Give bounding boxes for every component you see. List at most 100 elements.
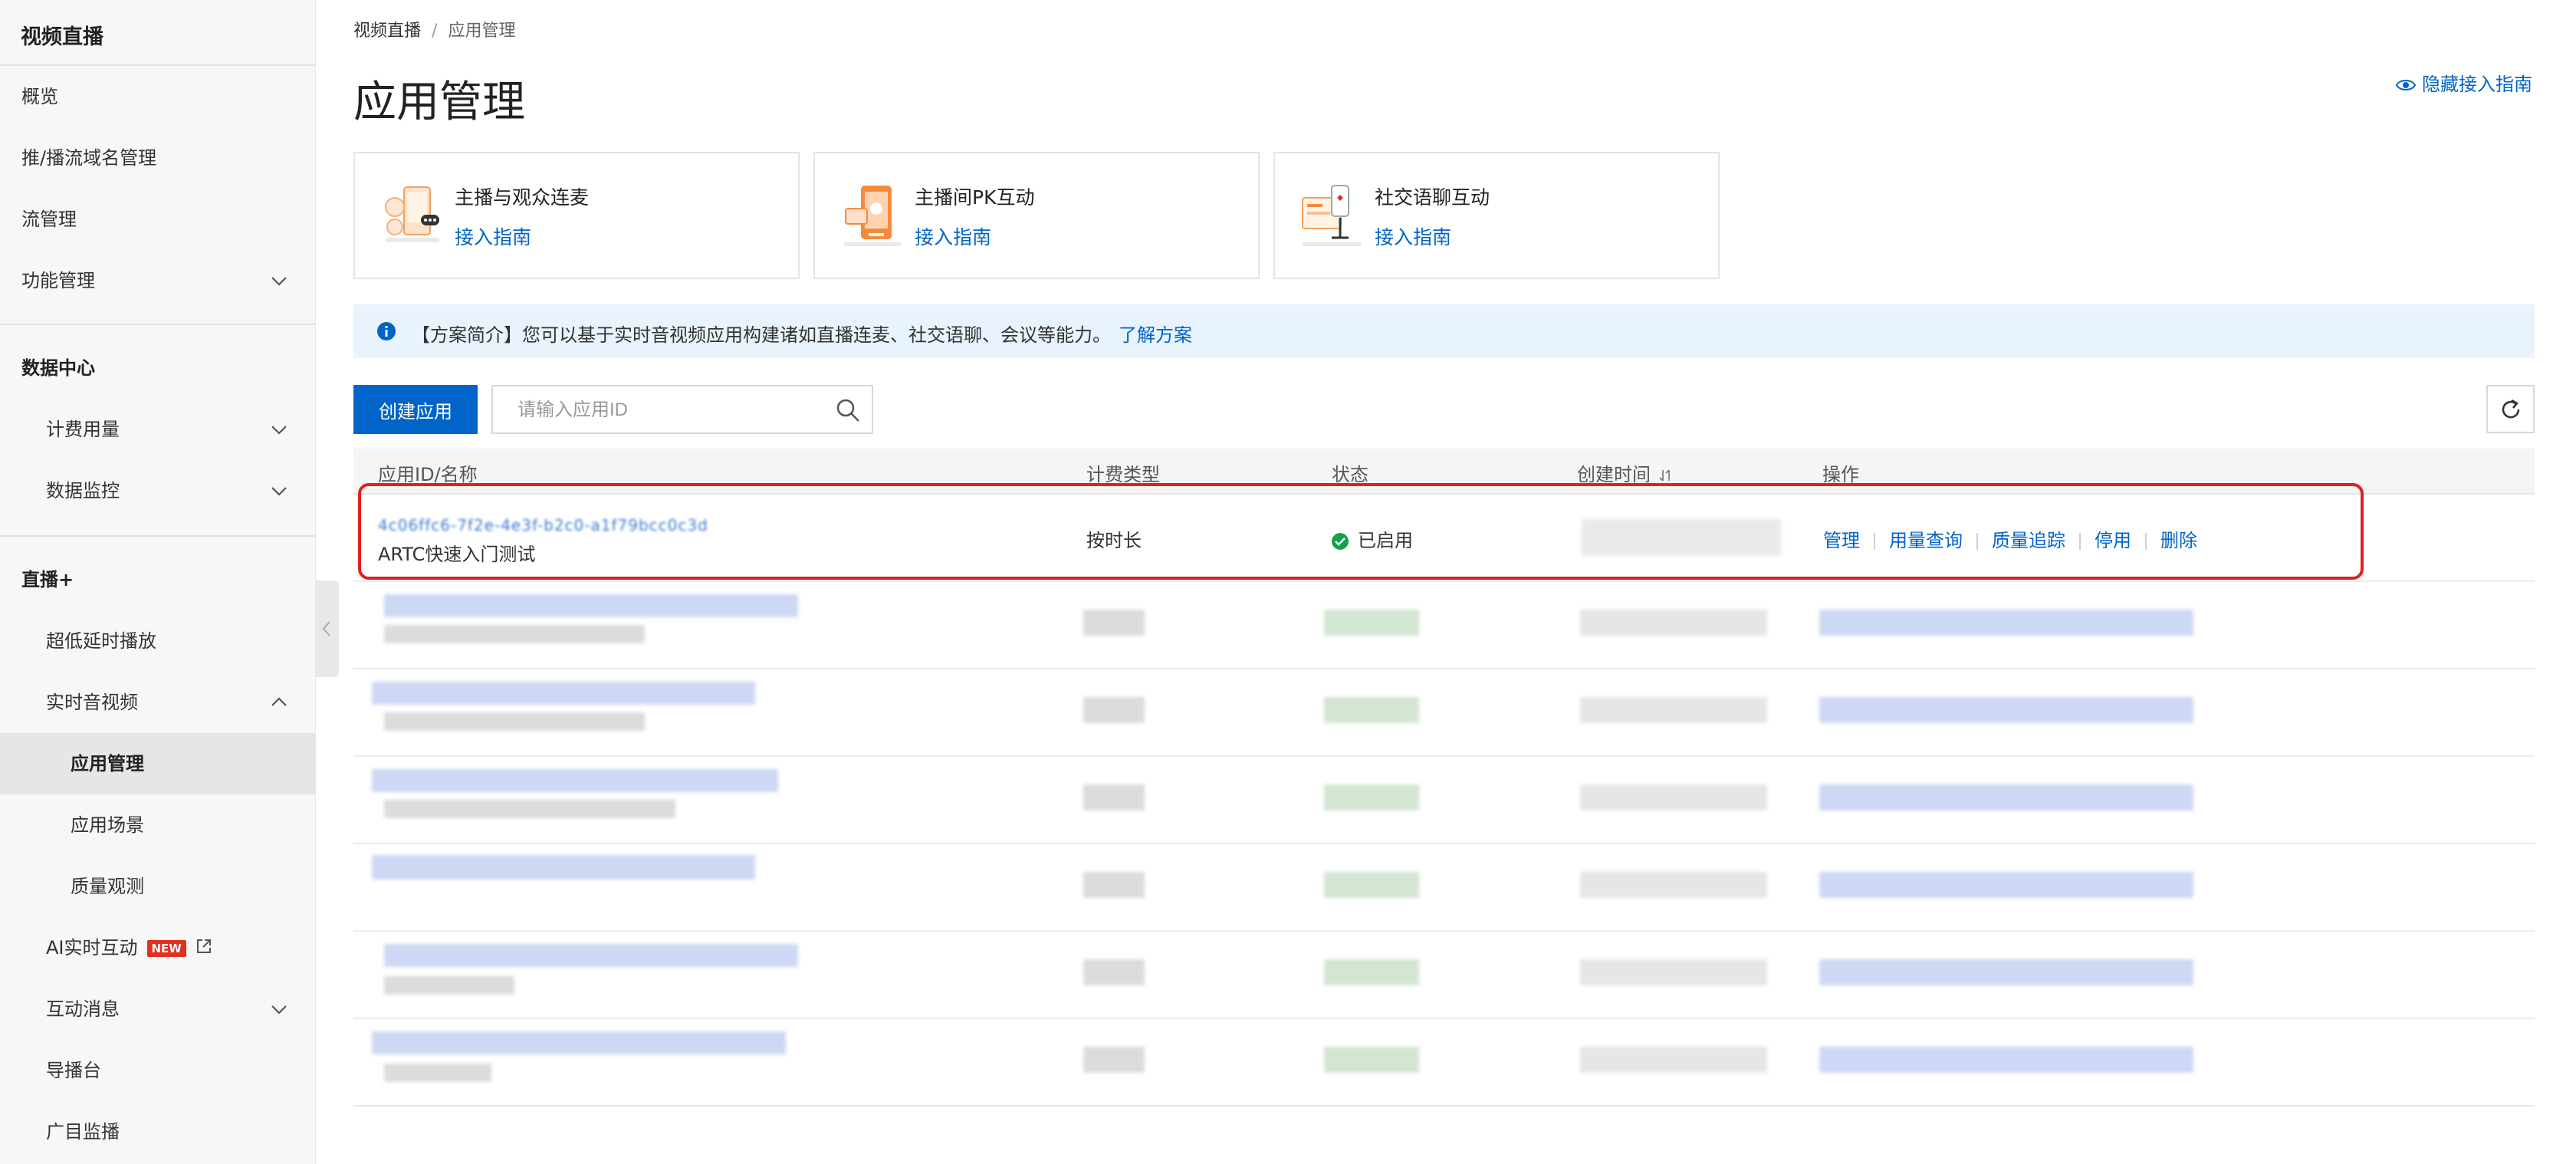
sidebar-item-interactive-messages[interactable]: 互动消息 bbox=[0, 978, 316, 1040]
redacted-app-id bbox=[372, 682, 755, 705]
app-id-link[interactable]: 4c06ffc6-7f2e-4e3f-b2c0-a1f79bcc0c3d bbox=[378, 516, 708, 534]
breadcrumb-root[interactable]: 视频直播 bbox=[353, 21, 421, 41]
table-header: 应用ID/名称 计费类型 状态 创建时间 操作 bbox=[353, 449, 2535, 495]
quality-trace-action[interactable]: 质量追踪 bbox=[1992, 530, 2065, 551]
pk-illustration-icon bbox=[838, 181, 907, 250]
refresh-icon bbox=[2502, 399, 2520, 419]
info-text: 【方案简介】您可以基于实时音视频应用构建诸如直播连麦、社交语聊、会议等能力。 bbox=[412, 324, 1111, 346]
app-id-search-input[interactable] bbox=[516, 394, 810, 426]
sidebar-item-label: 应用管理 bbox=[71, 753, 144, 774]
delete-action[interactable]: 删除 bbox=[2160, 530, 2197, 551]
info-icon bbox=[377, 322, 396, 340]
sidebar-collapse-handle[interactable] bbox=[316, 580, 339, 677]
redacted-app-name bbox=[384, 625, 645, 643]
redacted-status bbox=[1324, 959, 1419, 985]
sidebar-item-label: 功能管理 bbox=[21, 270, 95, 291]
redacted-app-id bbox=[372, 1031, 786, 1054]
redacted-app-id bbox=[384, 944, 798, 967]
sidebar-item-ai-realtime[interactable]: AI实时互动 NEW bbox=[0, 917, 316, 978]
manage-action[interactable]: 管理 bbox=[1823, 530, 1860, 551]
column-header-billing-type: 计费类型 bbox=[1086, 464, 1160, 485]
chevron-up-icon bbox=[270, 693, 288, 712]
column-header-app-id: 应用ID/名称 bbox=[378, 464, 478, 485]
hide-guide-label: 隐藏接入指南 bbox=[2422, 74, 2532, 95]
redacted-status bbox=[1324, 1047, 1419, 1073]
sidebar-item-label: 数据中心 bbox=[21, 357, 95, 379]
redacted-billing bbox=[1083, 784, 1145, 811]
divider bbox=[1874, 533, 1875, 550]
redacted-billing bbox=[1083, 610, 1145, 636]
sidebar-item-quality-observation[interactable]: 质量观测 bbox=[0, 856, 316, 917]
billing-type: 按时长 bbox=[1086, 530, 1142, 551]
redacted-time bbox=[1580, 697, 1767, 723]
sidebar-item-billing-usage[interactable]: 计费用量 bbox=[0, 399, 316, 460]
redacted-app-id bbox=[384, 594, 798, 617]
redacted-app-name bbox=[384, 712, 645, 731]
sidebar-item-app-scenarios[interactable]: 应用场景 bbox=[0, 794, 316, 856]
sidebar-item-director-console[interactable]: 导播台 bbox=[0, 1040, 316, 1101]
redacted-actions bbox=[1819, 697, 2193, 723]
usage-query-action[interactable]: 用量查询 bbox=[1889, 530, 1963, 551]
sidebar-item-overview[interactable]: 概览 bbox=[0, 66, 316, 127]
redacted-app-name bbox=[384, 976, 514, 995]
sidebar-item-low-latency[interactable]: 超低延时播放 bbox=[0, 610, 316, 672]
eye-icon bbox=[2395, 80, 2417, 90]
sidebar-item-label: 流管理 bbox=[21, 209, 77, 230]
chevron-down-icon bbox=[270, 1000, 288, 1018]
search-box bbox=[491, 385, 873, 434]
sidebar-item-data-monitoring[interactable]: 数据监控 bbox=[0, 460, 316, 521]
voice-chat-illustration-icon bbox=[1298, 181, 1367, 250]
table-row bbox=[353, 582, 2535, 669]
column-header-status: 状态 bbox=[1332, 464, 1368, 485]
learn-solution-link[interactable]: 了解方案 bbox=[1119, 324, 1192, 346]
sidebar-item-label: 超低延时播放 bbox=[46, 630, 156, 652]
divider bbox=[2079, 533, 2081, 550]
cohost-illustration-icon bbox=[378, 181, 447, 250]
sidebar-group-live-plus: 直播+ bbox=[0, 549, 316, 610]
hide-guide-link[interactable]: 隐藏接入指南 bbox=[2395, 69, 2532, 96]
guide-card-link[interactable]: 接入指南 bbox=[1375, 222, 1451, 250]
column-header-actions: 操作 bbox=[1822, 464, 1859, 485]
sidebar-item-label: 推/播流域名管理 bbox=[21, 147, 157, 169]
refresh-button[interactable] bbox=[2486, 385, 2535, 433]
page-title: 应用管理 bbox=[353, 77, 525, 127]
table-row bbox=[353, 932, 2535, 1019]
row-actions: 管理 用量查询 质量追踪 停用 删除 bbox=[1823, 525, 2197, 552]
guide-card-link[interactable]: 接入指南 bbox=[455, 222, 531, 250]
table-row bbox=[353, 757, 2535, 844]
sidebar-item-app-management[interactable]: 应用管理 bbox=[0, 733, 316, 794]
table-row: 4c06ffc6-7f2e-4e3f-b2c0-a1f79bcc0c3d ART… bbox=[353, 495, 2535, 582]
guide-card-link[interactable]: 接入指南 bbox=[915, 222, 991, 250]
redacted-billing bbox=[1083, 959, 1145, 985]
create-app-button[interactable]: 创建应用 bbox=[353, 385, 478, 434]
external-link-icon bbox=[196, 918, 212, 979]
divider bbox=[0, 535, 316, 537]
redacted-app-name bbox=[384, 800, 675, 818]
redacted-billing bbox=[1083, 1047, 1145, 1073]
column-header-created-time[interactable]: 创建时间 bbox=[1577, 459, 1674, 486]
table-row bbox=[353, 1019, 2535, 1106]
sidebar-item-rtc[interactable]: 实时音视频 bbox=[0, 672, 316, 733]
sidebar-item-stream-management[interactable]: 流管理 bbox=[0, 189, 316, 250]
solution-info-bar: 【方案简介】您可以基于实时音视频应用构建诸如直播连麦、社交语聊、会议等能力。 了解… bbox=[353, 304, 2535, 358]
sidebar-item-feature-management[interactable]: 功能管理 bbox=[0, 250, 316, 311]
status-text: 已启用 bbox=[1358, 530, 1413, 551]
sidebar-item-label: 概览 bbox=[21, 86, 58, 107]
breadcrumb-current: 应用管理 bbox=[448, 21, 516, 41]
redacted-time bbox=[1580, 1047, 1767, 1073]
guide-card-title: 主播与观众连麦 bbox=[455, 186, 590, 209]
table-row bbox=[353, 669, 2535, 757]
sidebar-item-domain-management[interactable]: 推/播流域名管理 bbox=[0, 127, 316, 189]
redacted-status bbox=[1324, 610, 1419, 636]
sidebar-item-label: 广目监播 bbox=[46, 1121, 120, 1143]
redacted-actions bbox=[1819, 1047, 2193, 1073]
redacted-time bbox=[1580, 959, 1767, 985]
redacted-actions bbox=[1819, 610, 2193, 636]
sidebar-item-guangmu-monitor[interactable]: 广目监播 bbox=[0, 1101, 316, 1162]
disable-action[interactable]: 停用 bbox=[2095, 530, 2131, 551]
divider bbox=[0, 324, 316, 325]
redacted-actions bbox=[1819, 959, 2193, 985]
search-icon[interactable] bbox=[835, 397, 861, 423]
sidebar-group-data-center: 数据中心 bbox=[0, 337, 316, 399]
breadcrumb: 视频直播 / 应用管理 bbox=[353, 17, 515, 41]
